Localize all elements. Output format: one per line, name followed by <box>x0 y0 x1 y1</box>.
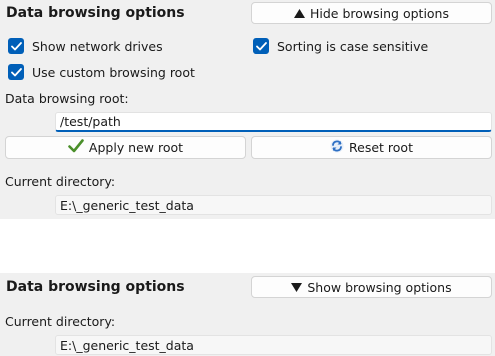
section-title: Data browsing options <box>6 279 185 295</box>
show-network-drives-checkbox[interactable]: Show network drives <box>8 37 163 55</box>
case-sensitive-sorting-checkbox[interactable]: Sorting is case sensitive <box>253 37 428 55</box>
checkmark-icon <box>68 139 84 156</box>
section-title: Data browsing options <box>6 5 185 21</box>
current-directory-field[interactable]: E:\_generic_test_data <box>55 195 492 215</box>
browsing-options-panel-collapsed: Data browsing options Show browsing opti… <box>0 273 495 356</box>
checkbox-checked-icon[interactable] <box>8 38 24 54</box>
case-sensitive-sorting-label: Sorting is case sensitive <box>277 38 429 54</box>
current-directory-value: E:\_generic_test_data <box>60 337 194 353</box>
hide-browsing-options-button[interactable]: Hide browsing options <box>251 2 492 24</box>
browsing-root-label: Data browsing root: <box>5 91 129 106</box>
use-custom-root-label: Use custom browsing root <box>32 64 195 80</box>
show-network-drives-label: Show network drives <box>32 38 163 54</box>
show-browsing-options-label: Show browsing options <box>307 279 452 295</box>
triangle-down-icon <box>291 280 303 295</box>
hide-browsing-options-label: Hide browsing options <box>310 5 449 21</box>
browsing-options-panel-expanded: Data browsing options Hide browsing opti… <box>0 0 495 219</box>
reset-root-button[interactable]: Reset root <box>251 136 492 159</box>
checkbox-checked-icon[interactable] <box>8 64 24 80</box>
refresh-icon <box>330 139 344 156</box>
use-custom-root-checkbox[interactable]: Use custom browsing root <box>8 63 195 81</box>
reset-root-label: Reset root <box>349 140 413 155</box>
apply-new-root-label: Apply new root <box>88 140 184 155</box>
browsing-root-value: /test/path <box>60 114 121 129</box>
current-directory-label: Current directory: <box>5 174 116 189</box>
current-directory-field[interactable]: E:\_generic_test_data <box>55 335 492 355</box>
browsing-root-input[interactable]: /test/path <box>55 112 492 132</box>
current-directory-label: Current directory: <box>5 314 116 329</box>
current-directory-value: E:\_generic_test_data <box>60 197 194 213</box>
triangle-up-icon <box>294 6 305 21</box>
show-browsing-options-button[interactable]: Show browsing options <box>251 276 492 298</box>
apply-new-root-button[interactable]: Apply new root <box>5 136 246 159</box>
checkbox-checked-icon[interactable] <box>253 38 269 54</box>
